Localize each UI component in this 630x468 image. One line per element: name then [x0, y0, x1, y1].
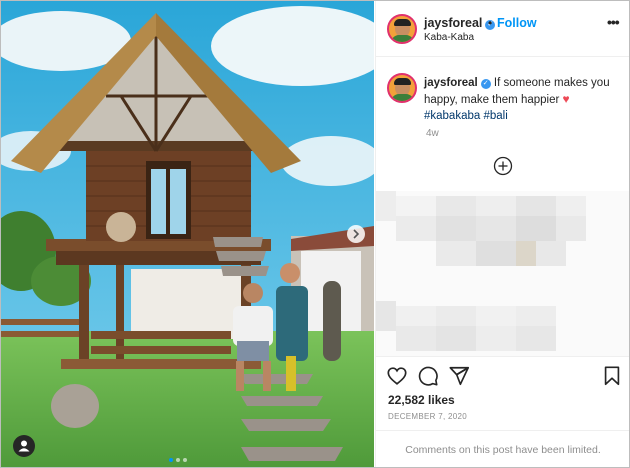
- likes-count[interactable]: 22,582 likes: [388, 393, 455, 407]
- post-date: DECEMBER 7, 2020: [388, 412, 468, 421]
- carousel-dot: [183, 458, 187, 462]
- pixelated-comments: [376, 191, 629, 356]
- save-button[interactable]: [602, 365, 622, 392]
- carousel-next-button[interactable]: [347, 225, 365, 243]
- post-location[interactable]: Kaba-Kaba: [424, 32, 474, 43]
- author-avatar[interactable]: [387, 14, 417, 44]
- bookmark-icon: [604, 366, 620, 386]
- heart-emoji: ♥: [562, 92, 570, 106]
- instagram-post-window: jaysforeal ✓ • Follow Kaba-Kaba ••• jaysf…: [0, 0, 630, 468]
- post-caption: jaysforeal ✓ If someone makes you happy, …: [424, 75, 614, 124]
- carousel-indicator: [169, 449, 190, 467]
- verified-badge-icon: ✓: [480, 79, 491, 89]
- follow-button[interactable]: Follow: [497, 16, 537, 30]
- header-separator: •: [488, 16, 493, 30]
- more-options-icon[interactable]: •••: [607, 14, 620, 30]
- author-username-row: jaysforeal ✓: [424, 16, 496, 30]
- user-tag-button[interactable]: [13, 435, 35, 457]
- comment-button[interactable]: [417, 365, 439, 392]
- like-button[interactable]: [386, 365, 408, 392]
- post-header: jaysforeal ✓ • Follow Kaba-Kaba •••: [376, 1, 629, 57]
- post-actions: 22,582 likes DECEMBER 7, 2020 Comments o…: [376, 356, 629, 467]
- caption-username[interactable]: jaysforeal: [424, 77, 478, 89]
- share-button[interactable]: [448, 365, 470, 392]
- caption-avatar[interactable]: [387, 73, 417, 103]
- plus-circle-icon: [493, 156, 513, 176]
- carousel-dot: [176, 458, 180, 462]
- hidden-comments-placeholder: [376, 191, 629, 356]
- comments-limited-notice: Comments on this post have been limited.: [376, 430, 629, 467]
- author-username[interactable]: jaysforeal: [424, 16, 482, 30]
- caption-age: 4w: [426, 128, 439, 139]
- carousel-dot: [169, 458, 173, 462]
- paper-plane-icon: [449, 366, 469, 386]
- user-tag-icon: [18, 440, 30, 452]
- comment-bubble-icon: [418, 366, 438, 386]
- chevron-right-icon: [353, 229, 360, 239]
- hashtag-link[interactable]: #bali: [483, 110, 507, 122]
- load-more-comments-button[interactable]: [493, 156, 513, 176]
- post-photo[interactable]: [1, 1, 374, 467]
- post-photo-image: [1, 1, 374, 467]
- heart-outline-icon: [387, 367, 407, 385]
- post-sidebar: jaysforeal ✓ • Follow Kaba-Kaba ••• jaysf…: [375, 1, 629, 467]
- hashtag-link[interactable]: #kabakaba: [424, 110, 480, 122]
